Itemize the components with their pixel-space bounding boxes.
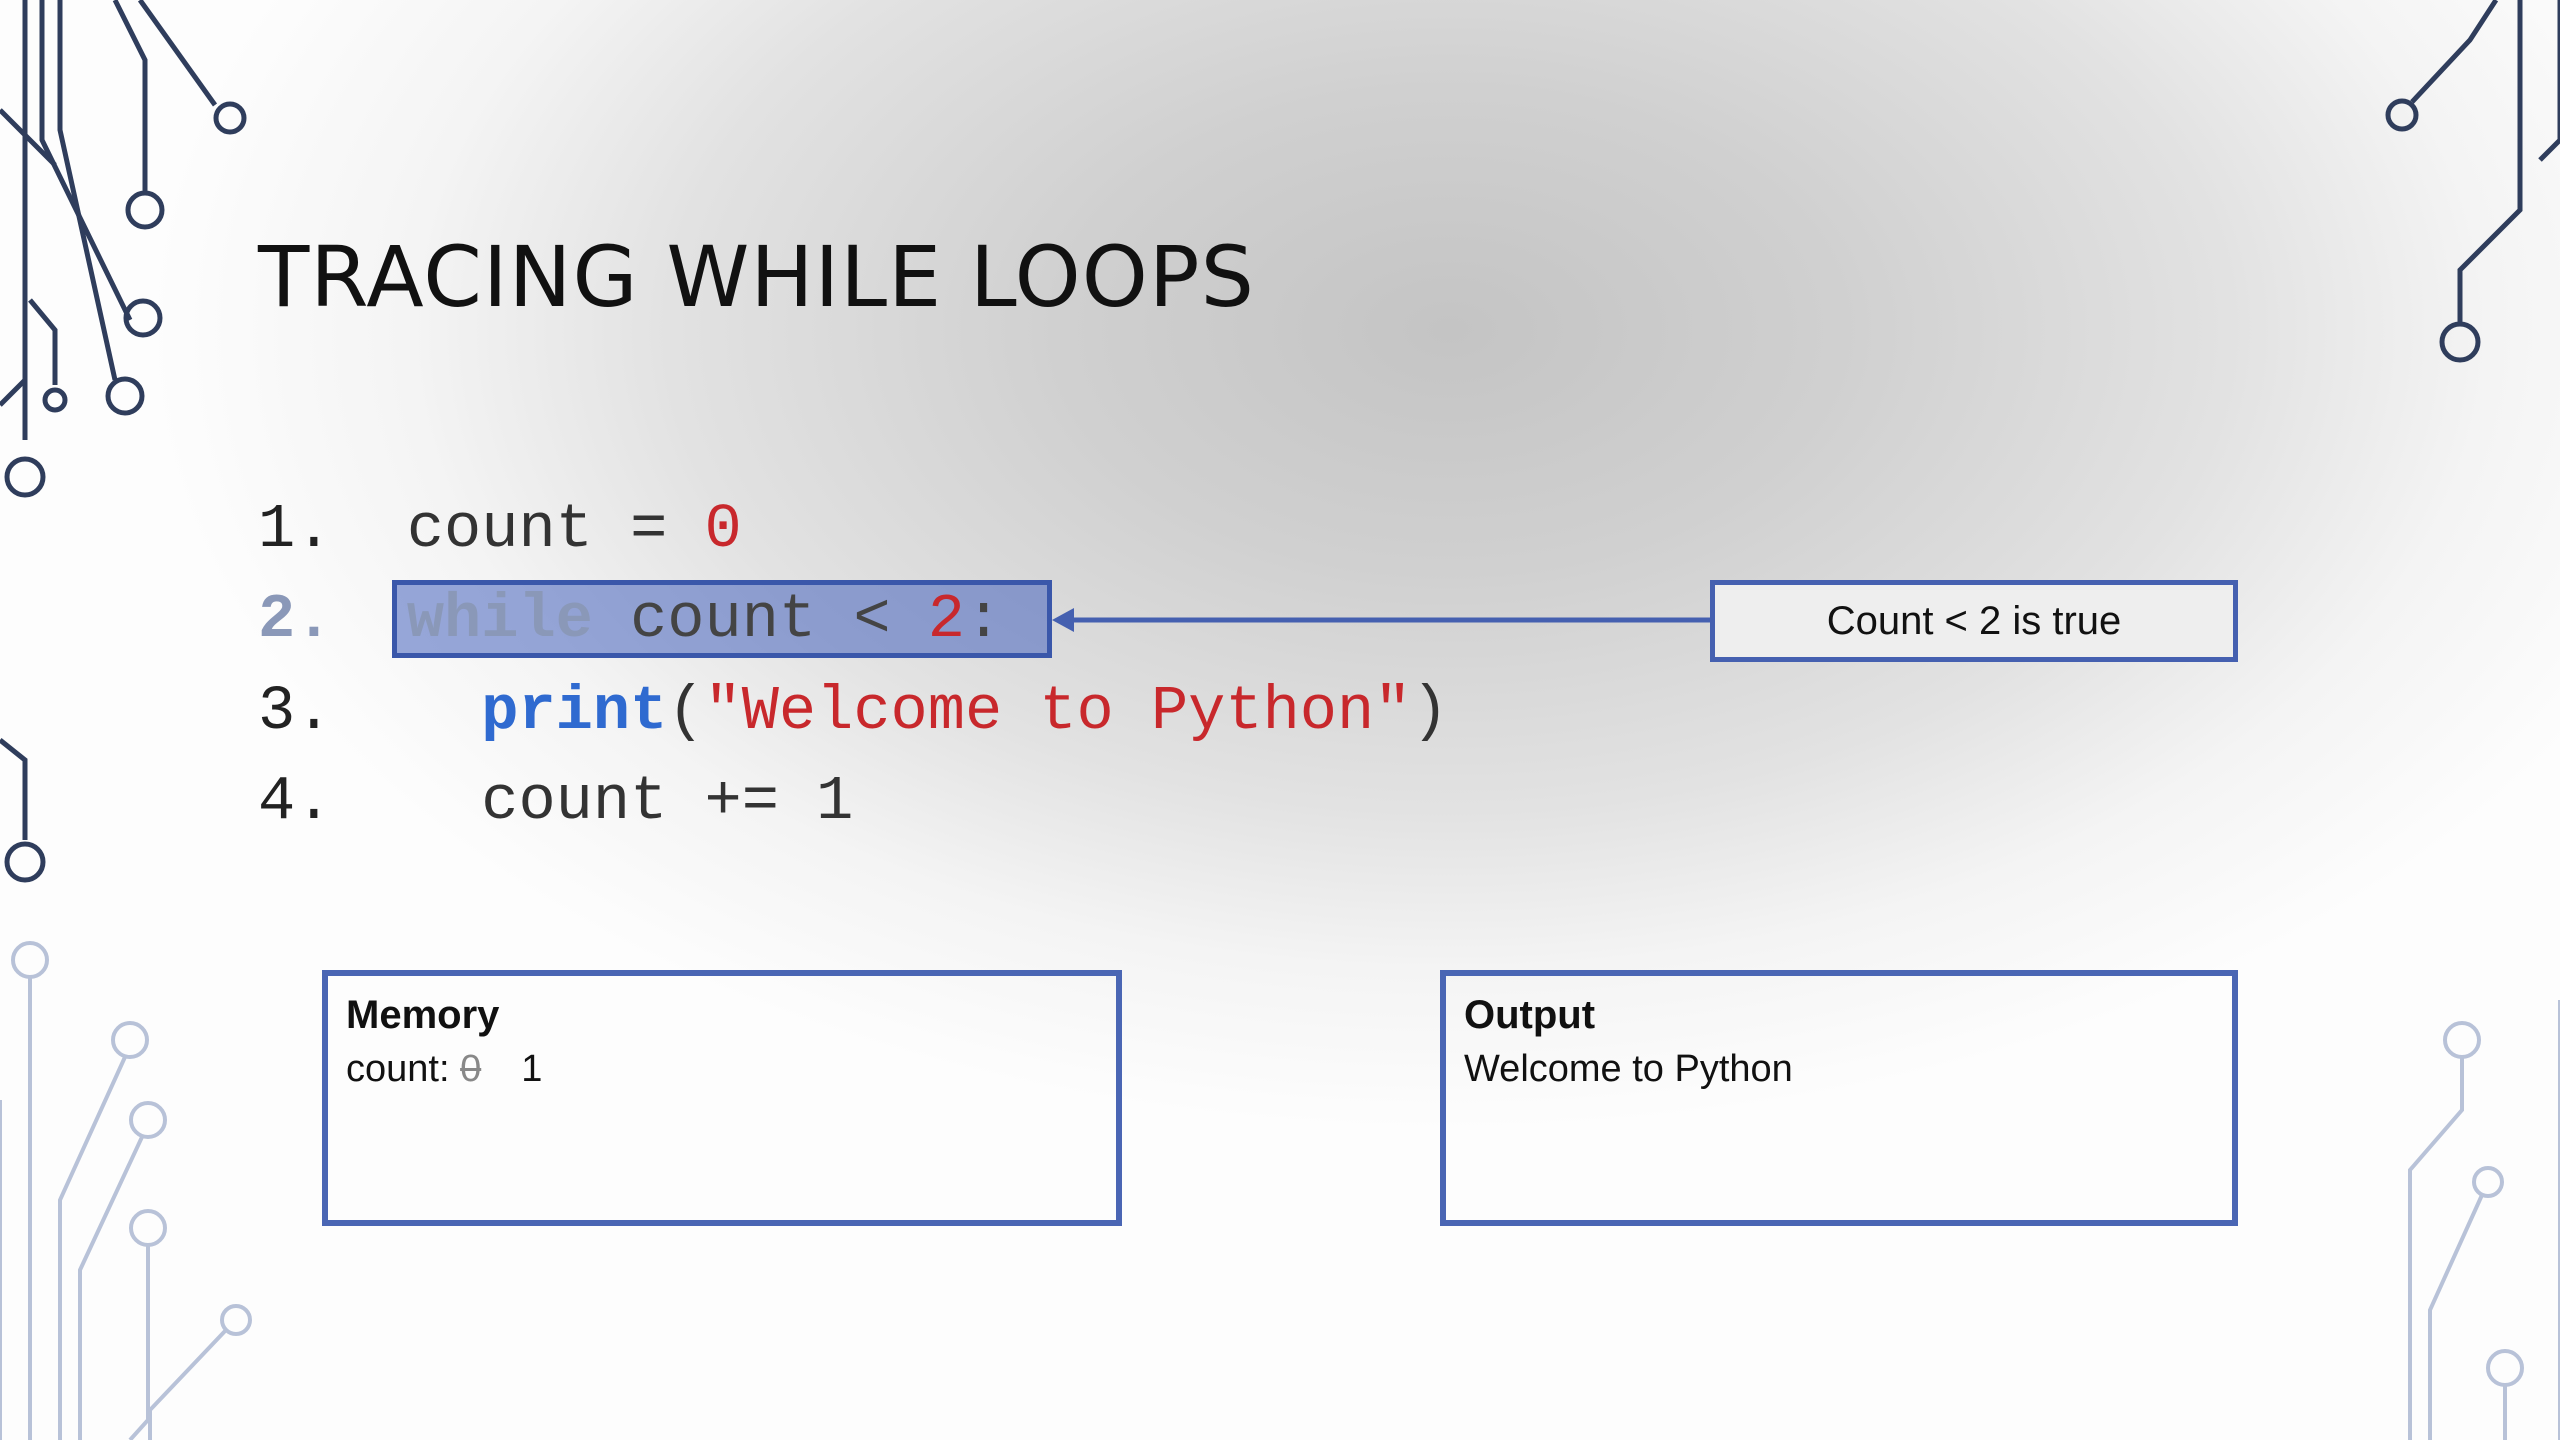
condition-callout: Count < 2 is true xyxy=(1710,580,2238,662)
output-heading: Output xyxy=(1464,993,1596,1037)
old-value: 0 xyxy=(460,1048,482,1090)
memory-heading: Memory xyxy=(346,993,500,1037)
variable-label: count: xyxy=(346,1048,450,1090)
new-value: 1 xyxy=(521,1048,543,1090)
output-line: Welcome to Python xyxy=(1464,1048,1793,1090)
slide: TRACING WHILE LOOPS 1. count = 0 2. whil… xyxy=(0,0,2560,1440)
output-panel: Output Welcome to Python xyxy=(1440,970,2238,1226)
memory-row: count: 01 xyxy=(346,1040,1098,1098)
memory-panel: Memory count: 01 xyxy=(322,970,1122,1226)
